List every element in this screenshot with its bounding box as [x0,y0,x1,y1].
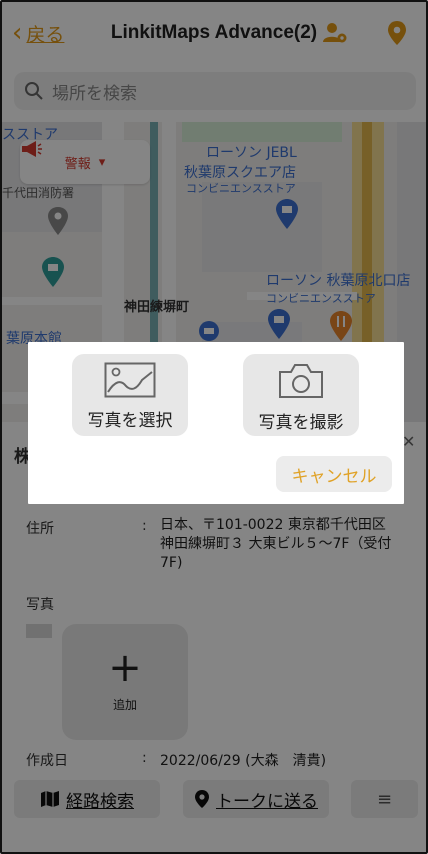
take-photo-label: 写真を撮影 [258,413,344,433]
image-icon [104,362,156,398]
app-frame: ‹ 戻る LinkitMaps Advance(2) 場所を検索 警報 ▾ スス… [0,0,428,854]
select-photo-label: 写真を選択 [87,411,173,431]
photo-action-dialog: 写真を選択 写真を撮影 キャンセル [28,342,404,504]
select-photo-button[interactable]: 写真を選択 [72,354,188,436]
cancel-label: キャンセル [291,466,377,487]
cancel-button[interactable]: キャンセル [276,456,392,492]
take-photo-button[interactable]: 写真を撮影 [243,354,359,436]
camera-icon [279,364,323,398]
